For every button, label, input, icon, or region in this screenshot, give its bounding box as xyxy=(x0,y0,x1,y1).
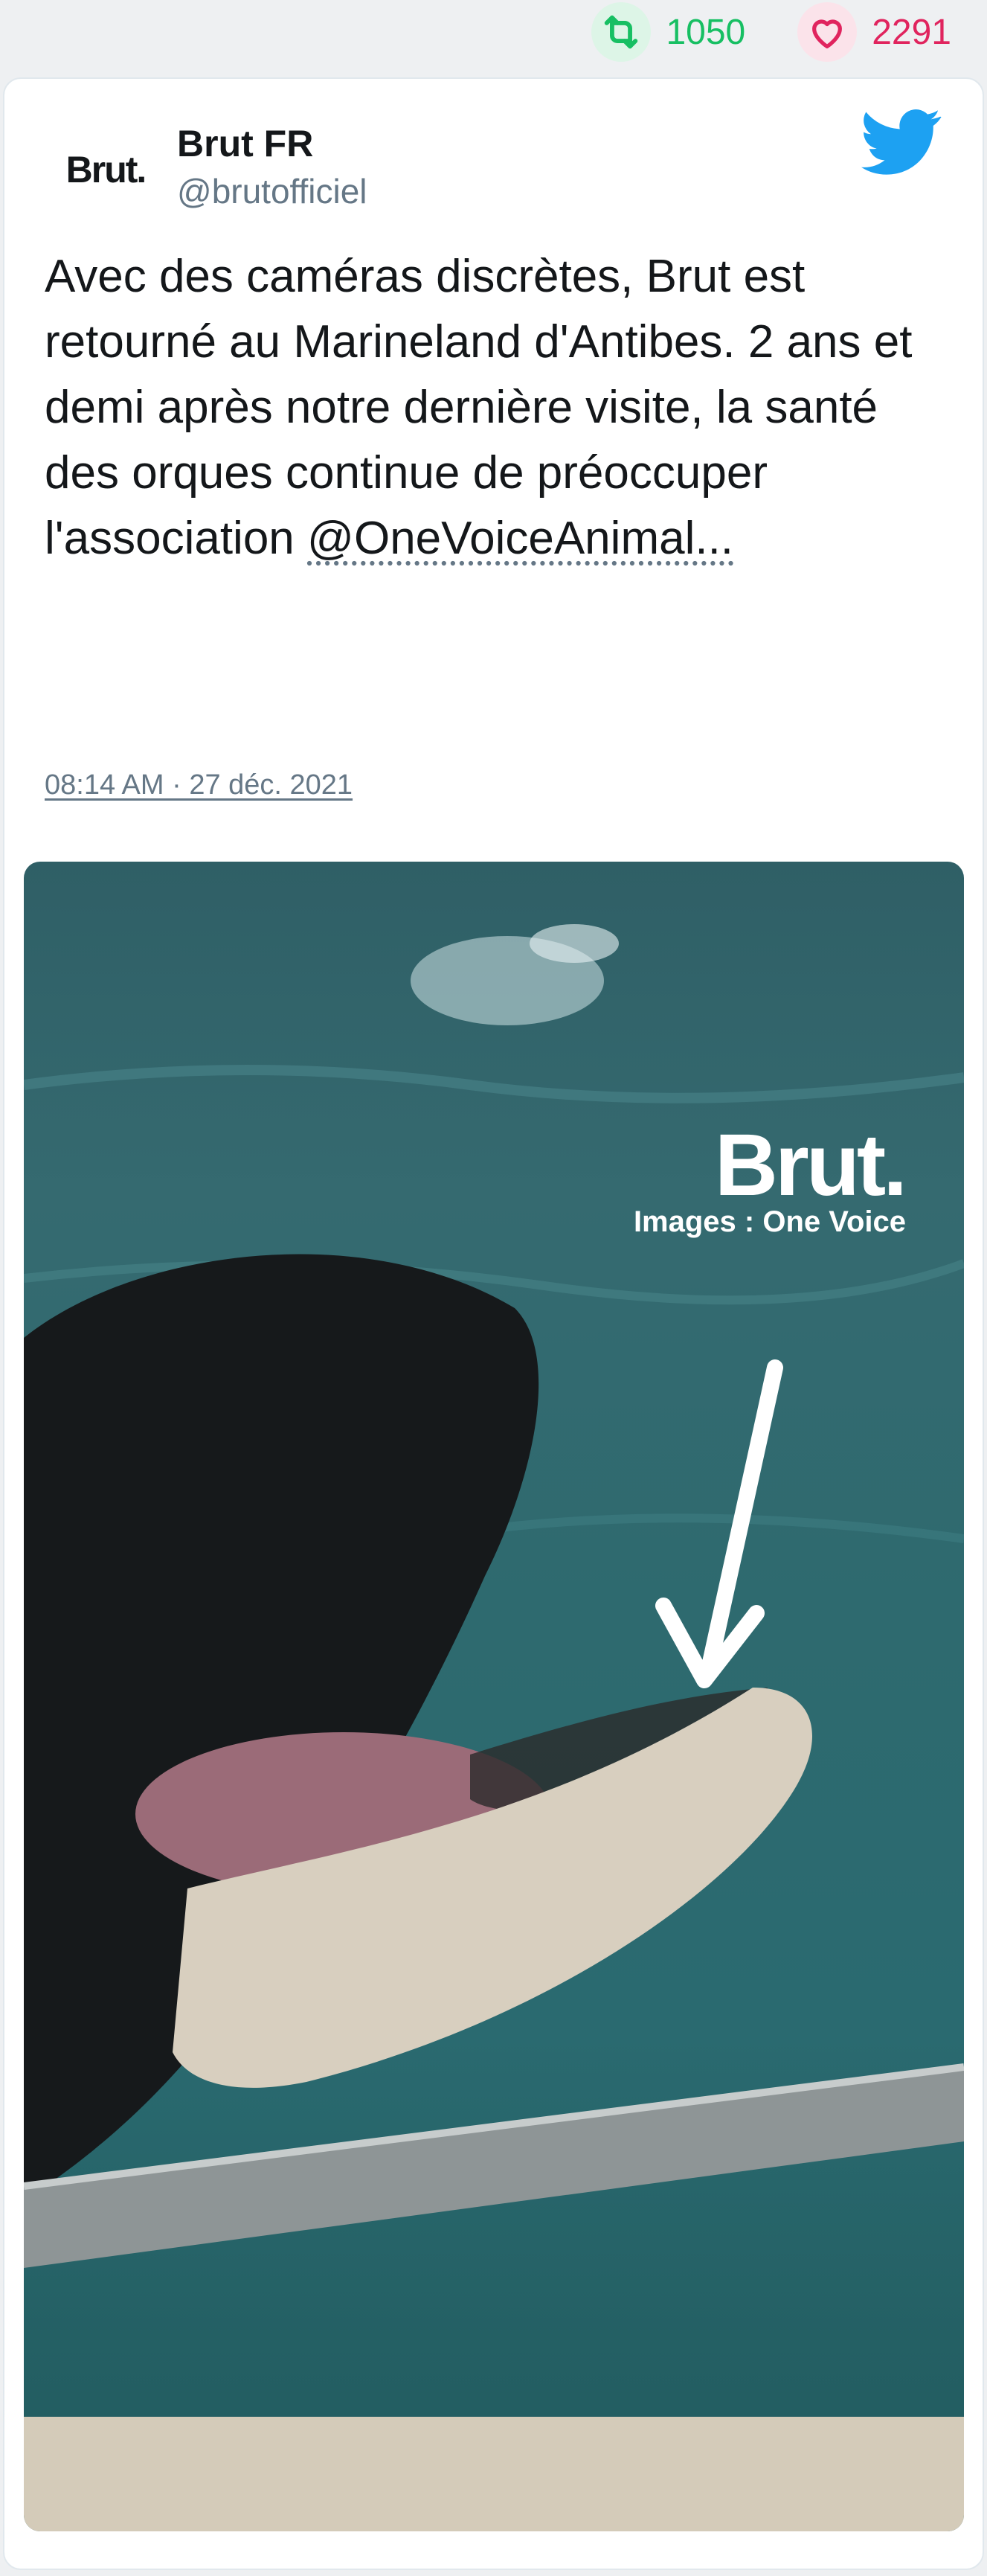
heart-icon xyxy=(797,2,858,62)
retweet-icon xyxy=(591,2,652,62)
page: 1050 2291 Brut. Brut FR @brutofficiel Av… xyxy=(0,0,987,2576)
avatar[interactable]: Brut. xyxy=(45,124,167,216)
twitter-bird-icon[interactable] xyxy=(861,109,942,176)
avatar-logo-text: Brut. xyxy=(65,149,147,190)
orca-photo xyxy=(24,924,964,2531)
tweet-stats-bar: 1050 2291 xyxy=(591,0,987,64)
media-credit: Images : One Voice xyxy=(633,1205,906,1238)
retweet-count: 1050 xyxy=(666,12,746,52)
mention-link[interactable]: @OneVoiceAnimal... xyxy=(307,513,733,564)
author-handle[interactable]: @brutofficiel xyxy=(177,171,367,211)
media-brand-watermark: Brut. xyxy=(714,1116,907,1214)
like-count: 2291 xyxy=(872,12,951,52)
tweet-text: Avec des caméras discrètes, Brut est ret… xyxy=(45,244,952,571)
author-name[interactable]: Brut FR xyxy=(177,122,313,165)
tweet-timestamp[interactable]: 08:14 AM · 27 déc. 2021 xyxy=(45,769,353,801)
like-stat[interactable]: 2291 xyxy=(797,2,951,62)
retweet-stat[interactable]: 1050 xyxy=(591,2,745,62)
tweet-media-image[interactable]: Brut. Images : One Voice xyxy=(24,862,964,2531)
